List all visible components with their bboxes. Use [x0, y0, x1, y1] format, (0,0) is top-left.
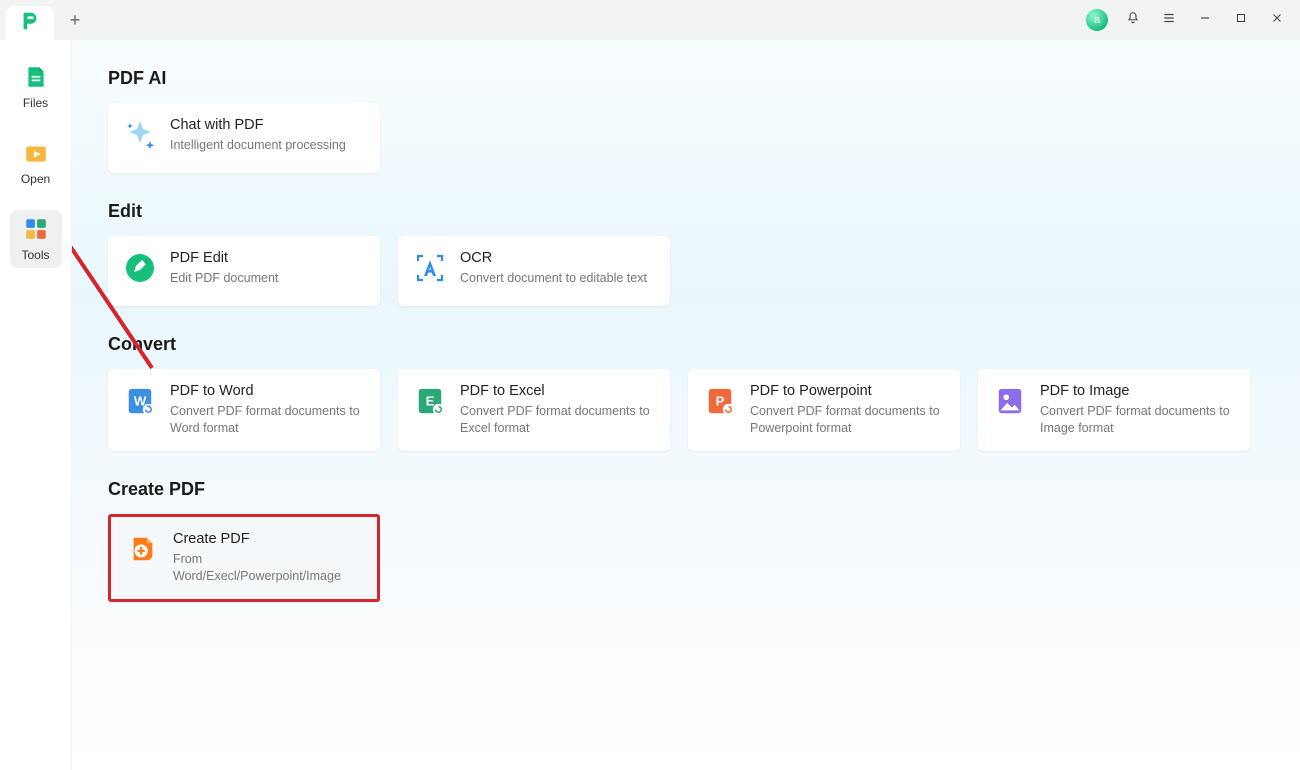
- card-desc: From Word/Execl/Powerpoint/Image: [173, 551, 361, 585]
- body: Files Open Tools PDF AI: [0, 40, 1300, 770]
- new-tab-button[interactable]: +: [60, 5, 90, 35]
- card-pdf-to-powerpoint[interactable]: P PDF to Powerpoint Convert PDF format d…: [688, 369, 960, 451]
- ocr-icon: [414, 252, 446, 284]
- window-close-button[interactable]: [1260, 3, 1294, 37]
- card-text: Create PDF From Word/Execl/Powerpoint/Im…: [173, 531, 361, 585]
- edit-cards: PDF Edit Edit PDF document OCR Convert d…: [108, 236, 1264, 306]
- card-title: Chat with PDF: [170, 117, 346, 133]
- pdf-edit-icon: [124, 252, 156, 284]
- files-icon: [23, 64, 49, 90]
- sidebar-item-files[interactable]: Files: [10, 58, 62, 116]
- sidebar-item-tools[interactable]: Tools: [10, 210, 62, 268]
- card-create-pdf[interactable]: Create PDF From Word/Execl/Powerpoint/Im…: [108, 514, 380, 602]
- convert-cards: W PDF to Word Convert PDF format documen…: [108, 369, 1264, 451]
- titlebar-controls: a: [1086, 3, 1300, 37]
- card-desc: Convert PDF format documents to Word for…: [170, 403, 364, 437]
- card-pdf-to-excel[interactable]: E PDF to Excel Convert PDF format docume…: [398, 369, 670, 451]
- card-chat-with-pdf[interactable]: Chat with PDF Intelligent document proce…: [108, 103, 380, 173]
- bell-icon: [1126, 11, 1140, 30]
- close-icon: [1270, 11, 1284, 30]
- create-cards: Create PDF From Word/Execl/Powerpoint/Im…: [108, 514, 1264, 602]
- card-title: PDF to Powerpoint: [750, 383, 944, 399]
- sidebar: Files Open Tools: [0, 40, 72, 770]
- sidebar-item-label: Files: [23, 96, 48, 110]
- section-title-pdf-ai: PDF AI: [108, 68, 1264, 89]
- card-pdf-edit[interactable]: PDF Edit Edit PDF document: [108, 236, 380, 306]
- card-text: PDF Edit Edit PDF document: [170, 250, 278, 287]
- card-text: Chat with PDF Intelligent document proce…: [170, 117, 346, 154]
- card-desc: Edit PDF document: [170, 270, 278, 287]
- card-title: Create PDF: [173, 531, 361, 547]
- home-tab[interactable]: [6, 6, 54, 40]
- app-logo-icon: [19, 10, 41, 37]
- minimize-icon: [1198, 11, 1212, 30]
- window-minimize-button[interactable]: [1188, 3, 1222, 37]
- card-title: OCR: [460, 250, 647, 266]
- card-text: PDF to Image Convert PDF format document…: [1040, 383, 1234, 437]
- hamburger-menu-button[interactable]: [1152, 3, 1186, 37]
- plus-icon: +: [70, 10, 81, 31]
- notification-button[interactable]: [1116, 3, 1150, 37]
- window-maximize-button[interactable]: [1224, 3, 1258, 37]
- pdf-ai-cards: Chat with PDF Intelligent document proce…: [108, 103, 1264, 173]
- powerpoint-icon: P: [704, 385, 736, 417]
- card-desc: Convert PDF format documents to Powerpoi…: [750, 403, 944, 437]
- card-text: PDF to Excel Convert PDF format document…: [460, 383, 654, 437]
- card-title: PDF to Word: [170, 383, 364, 399]
- word-icon: W: [124, 385, 156, 417]
- card-desc: Convert PDF format documents to Excel fo…: [460, 403, 654, 437]
- open-icon: [23, 140, 49, 166]
- card-title: PDF Edit: [170, 250, 278, 266]
- section-title-convert: Convert: [108, 334, 1264, 355]
- sparkle-icon: [124, 119, 156, 151]
- titlebar: + a: [0, 0, 1300, 40]
- hamburger-icon: [1162, 11, 1176, 30]
- card-title: PDF to Excel: [460, 383, 654, 399]
- card-title: PDF to Image: [1040, 383, 1234, 399]
- card-text: OCR Convert document to editable text: [460, 250, 647, 287]
- create-pdf-icon: [127, 533, 159, 565]
- card-desc: Convert document to editable text: [460, 270, 647, 287]
- tools-icon: [23, 216, 49, 242]
- sidebar-item-label: Tools: [21, 248, 49, 262]
- svg-text:E: E: [426, 394, 435, 409]
- account-status-badge[interactable]: a: [1086, 9, 1108, 31]
- svg-text:P: P: [716, 394, 725, 409]
- excel-icon: E: [414, 385, 446, 417]
- card-pdf-to-word[interactable]: W PDF to Word Convert PDF format documen…: [108, 369, 380, 451]
- maximize-icon: [1234, 11, 1248, 30]
- sidebar-item-label: Open: [21, 172, 50, 186]
- card-text: PDF to Word Convert PDF format documents…: [170, 383, 364, 437]
- section-title-create: Create PDF: [108, 479, 1264, 500]
- sidebar-item-open[interactable]: Open: [10, 134, 62, 192]
- card-ocr[interactable]: OCR Convert document to editable text: [398, 236, 670, 306]
- card-desc: Convert PDF format documents to Image fo…: [1040, 403, 1234, 437]
- image-icon: [994, 385, 1026, 417]
- content-area: PDF AI Chat with PDF Intelligent documen…: [72, 40, 1300, 770]
- section-title-edit: Edit: [108, 201, 1264, 222]
- card-text: PDF to Powerpoint Convert PDF format doc…: [750, 383, 944, 437]
- card-desc: Intelligent document processing: [170, 137, 346, 154]
- card-pdf-to-image[interactable]: PDF to Image Convert PDF format document…: [978, 369, 1250, 451]
